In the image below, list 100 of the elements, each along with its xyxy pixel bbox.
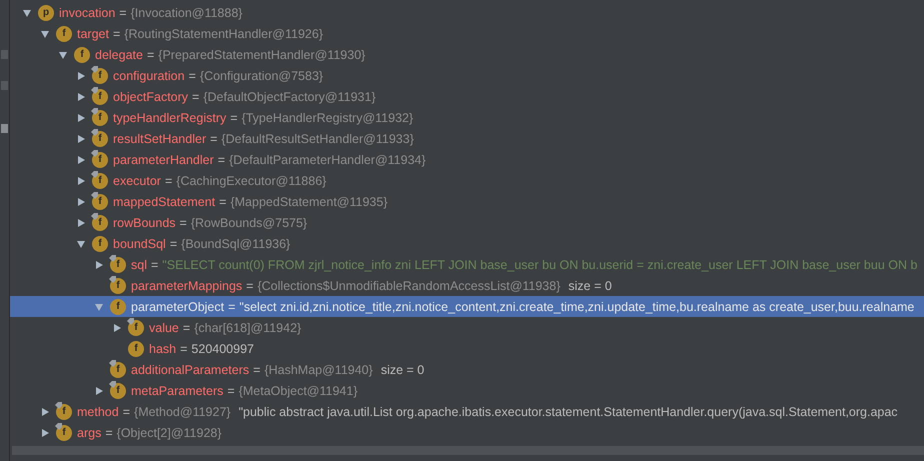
- field-name: configuration: [113, 68, 185, 82]
- field-badge-icon: f: [92, 68, 108, 84]
- object-value: {MetaObject@11941}: [238, 384, 358, 398]
- field-name: mappedStatement: [113, 194, 216, 208]
- tree-row[interactable]: f value = {char[618]@11942}: [10, 317, 924, 338]
- field-badge-icon: f: [92, 152, 108, 168]
- object-value: {MappedStatement@11935}: [230, 194, 388, 208]
- equals-sign: =: [146, 48, 154, 62]
- field-badge-icon: f: [92, 236, 108, 252]
- field-name: boundSql: [113, 236, 166, 250]
- tree-row[interactable]: p invocation = {Invocation@11888}: [10, 2, 924, 23]
- final-mark-icon: [55, 422, 62, 430]
- field-name: parameterMappings: [131, 278, 242, 292]
- field-name: sql: [131, 258, 147, 272]
- equals-sign: =: [253, 362, 260, 376]
- object-value: {DefaultParameterHandler@11934}: [229, 152, 426, 166]
- field-name: metaParameters: [131, 384, 224, 398]
- final-mark-icon: [91, 128, 98, 136]
- tree-row[interactable]: f sql = "SELECT count(0) FROM zjrl_notice_info zni LEFT JOIN base_user bu ON bu.userid = zni.create_user LEFT JOIN base_user buu ON b: [10, 254, 924, 275]
- field-badge-icon: f: [56, 26, 72, 42]
- equals-sign: =: [119, 6, 127, 20]
- equals-sign: =: [218, 152, 226, 166]
- field-name: hash: [149, 342, 176, 356]
- final-mark-icon: [109, 380, 116, 388]
- field-name: method: [77, 404, 119, 418]
- final-mark-icon: [91, 150, 98, 156]
- equals-sign: =: [246, 278, 254, 292]
- expand-arrow-icon[interactable]: [40, 428, 50, 438]
- tree-row[interactable]: f args = {Object[2]@11928}: [10, 422, 924, 443]
- tree-row[interactable]: f parameterHandler = {DefaultParameterHandler@11934}: [10, 149, 924, 170]
- equals-sign: =: [112, 26, 120, 40]
- tree-row[interactable]: f resultSetHandler = {DefaultResultSetHandler@11933}: [10, 128, 924, 149]
- tree-row[interactable]: f target = {RoutingStatementHandler@11926}: [10, 23, 924, 44]
- tree-row[interactable]: f parameterMappings = {Collections$UnmodifiableRandomAccessList@11938} size = 0: [10, 275, 924, 296]
- expand-arrow-icon[interactable]: [94, 386, 104, 396]
- equals-sign: =: [227, 384, 235, 398]
- field-badge-icon: f: [110, 382, 126, 398]
- expand-arrow-icon[interactable]: [76, 112, 86, 122]
- field-name: args: [77, 426, 102, 440]
- object-value: {PreparedStatementHandler@11930}: [158, 48, 366, 62]
- object-value: {DefaultResultSetHandler@11933}: [221, 132, 414, 146]
- tree-row[interactable]: f additionalParameters = {HashMap@11940} size = 0: [10, 359, 924, 380]
- final-mark-icon: [91, 170, 98, 178]
- expand-arrow-icon[interactable]: [76, 176, 86, 186]
- field-badge-icon: f: [56, 424, 72, 440]
- tree-row[interactable]: f typeHandlerRegistry = {TypeHandlerRegistry@11932}: [10, 107, 924, 128]
- field-name: delegate: [95, 48, 143, 62]
- field-name: executor: [113, 174, 161, 188]
- object-value: {Method@11927}: [134, 404, 231, 418]
- object-value: {RowBounds@7575}: [190, 216, 308, 230]
- field-name: parameterHandler: [113, 152, 214, 166]
- object-value: {DefaultObjectFactory@11931}: [203, 90, 376, 104]
- equals-sign: =: [210, 132, 218, 146]
- field-name: value: [149, 320, 179, 334]
- expand-arrow-icon[interactable]: [76, 154, 86, 164]
- equals-sign: =: [180, 342, 188, 356]
- final-mark-icon: [91, 86, 98, 94]
- tree-row[interactable]: f executor = {CachingExecutor@11886}: [10, 170, 924, 191]
- tree-row[interactable]: f delegate = {PreparedStatementHandler@11930}: [10, 44, 924, 65]
- tree-row[interactable]: f parameterObject = "select zni.id,zni.notice_title,zni.notice_content,zni.create_time,zni.update_time,bu.realname as create_user,buu.realname: [10, 296, 924, 317]
- expand-arrow-icon[interactable]: [94, 260, 104, 270]
- tree-row[interactable]: f metaParameters = {MetaObject@11941}: [10, 380, 924, 401]
- field-badge-icon: f: [110, 298, 126, 314]
- equals-sign: =: [164, 174, 172, 188]
- collapse-arrow-icon[interactable]: [22, 8, 32, 18]
- field-name: resultSetHandler: [113, 132, 206, 146]
- expand-arrow-icon[interactable]: [76, 218, 86, 228]
- expand-arrow-icon[interactable]: [76, 196, 86, 206]
- field-badge-icon: f: [92, 110, 108, 126]
- tree-row[interactable]: f boundSql = {BoundSql@11936}: [10, 233, 924, 254]
- tree-row[interactable]: f mappedStatement = {MappedStatement@11935}: [10, 191, 924, 212]
- object-value: {char[618]@11942}: [194, 320, 302, 334]
- object-value: {HashMap@11940}: [264, 362, 373, 376]
- tree-row[interactable]: f objectFactory = {DefaultObjectFactory@11931}: [10, 86, 924, 107]
- collapse-arrow-icon[interactable]: [94, 302, 104, 312]
- collapse-arrow-icon[interactable]: [58, 50, 68, 60]
- field-name: rowBounds: [113, 216, 176, 230]
- field-badge-icon: f: [92, 214, 108, 230]
- equals-sign: =: [170, 236, 178, 250]
- final-mark-icon: [109, 276, 116, 282]
- expand-arrow-icon[interactable]: [76, 134, 86, 144]
- expand-arrow-icon[interactable]: [40, 406, 50, 416]
- value-detail: size = 0: [380, 362, 424, 376]
- field-badge-icon: f: [110, 278, 126, 294]
- field-badge-icon: f: [128, 320, 144, 336]
- field-badge-icon: f: [128, 340, 144, 356]
- expand-arrow-icon[interactable]: [76, 92, 86, 102]
- field-badge-icon: f: [74, 46, 90, 62]
- tree-row[interactable]: f configuration = {Configuration@7583}: [10, 65, 924, 86]
- field-badge-icon: f: [56, 404, 72, 420]
- object-value: {Object[2]@11928}: [116, 426, 222, 440]
- collapse-arrow-icon[interactable]: [76, 238, 86, 248]
- field-name: objectFactory: [113, 90, 188, 104]
- expand-arrow-icon[interactable]: [112, 322, 122, 332]
- final-mark-icon: [109, 254, 116, 262]
- tree-row[interactable]: f hash = 520400997: [10, 338, 924, 359]
- tree-row[interactable]: f method = {Method@11927} "public abstract java.util.List org.apache.ibatis.executor.statement.StatementHandler.query(java.sql.Statement,org.apac: [10, 401, 924, 422]
- collapse-arrow-icon[interactable]: [40, 28, 50, 38]
- expand-arrow-icon[interactable]: [76, 70, 86, 80]
- tree-row[interactable]: f rowBounds = {RowBounds@7575}: [10, 212, 924, 233]
